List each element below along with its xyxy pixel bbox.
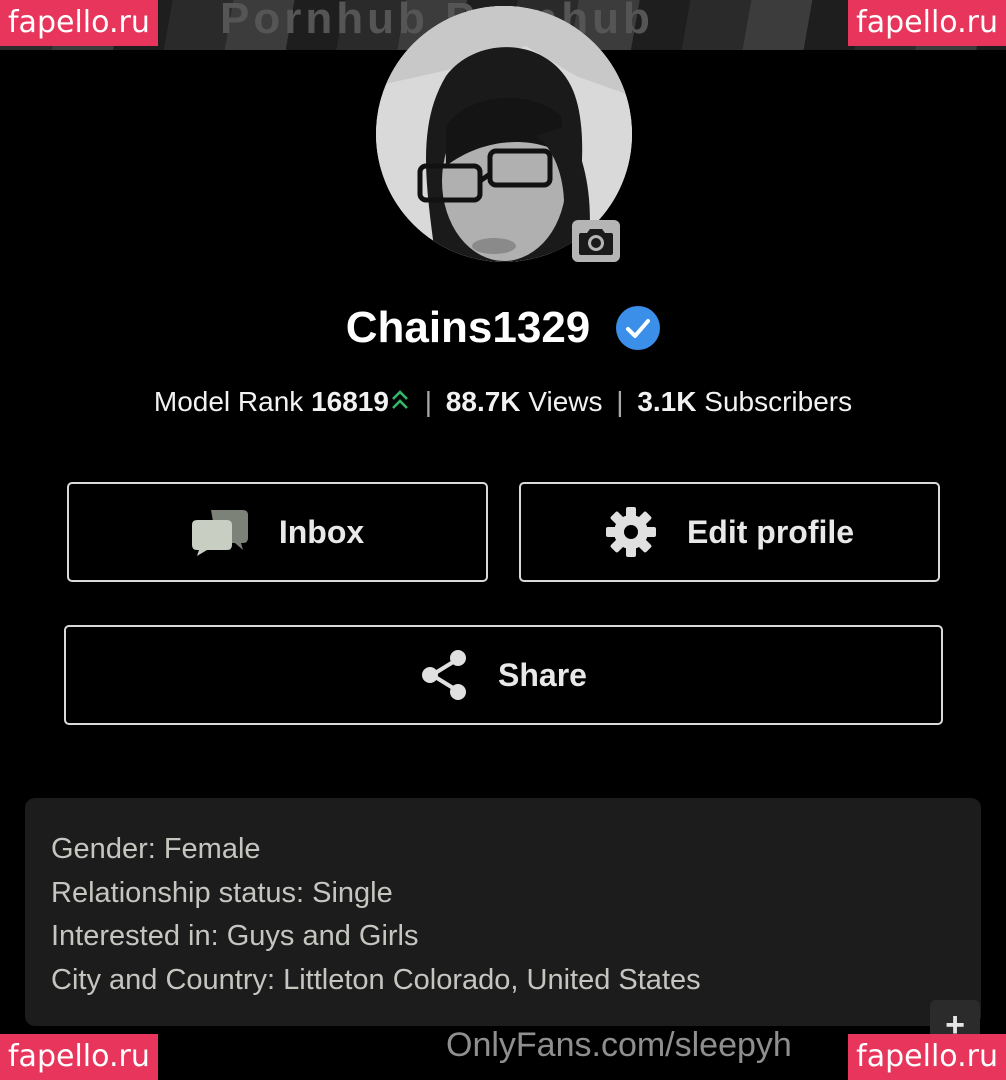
share-icon	[422, 650, 467, 700]
views-value: 88.7K	[445, 386, 521, 417]
username: Chains1329	[345, 303, 591, 352]
interested-in-info: Interested in: Guys and Girls	[51, 920, 419, 952]
inbox-label: Inbox	[278, 513, 365, 550]
subscribers-label: Subscribers	[704, 386, 853, 417]
edit-profile-button[interactable]: Edit profile	[519, 482, 940, 582]
change-avatar-camera-icon[interactable]	[572, 220, 620, 262]
subscribers-value: 3.1K	[637, 386, 697, 417]
watermark-top-right: fapello.ru	[848, 0, 1006, 46]
relationship-status-info: Relationship status: Single	[51, 876, 393, 909]
stats-separator: |	[424, 386, 433, 417]
inbox-button[interactable]: Inbox	[67, 482, 488, 582]
watermark-bottom-right: fapello.ru	[848, 1034, 1006, 1080]
watermark-top-left: fapello.ru	[0, 0, 158, 46]
onlyfans-watermark: OnlyFans.com/sleepyh	[446, 1026, 792, 1064]
about-panel: Gender: Female Relationship status: Sing…	[25, 798, 981, 1026]
double-chevron-up-icon	[391, 386, 409, 417]
views-label: Views	[528, 386, 603, 417]
gear-icon	[605, 507, 656, 557]
profile-stats: Model Rank 16819 | 88.7K Views | 3.1K Su…	[0, 386, 1006, 426]
watermark-bottom-left: fapello.ru	[0, 1034, 158, 1080]
location-info: City and Country: Littleton Colorado, Un…	[51, 963, 701, 996]
share-button[interactable]: Share	[64, 625, 943, 725]
chat-bubbles-icon	[191, 510, 248, 556]
stats-separator: |	[616, 386, 624, 417]
gender-info: Gender: Female	[51, 833, 261, 865]
verified-badge-icon	[616, 306, 661, 350]
model-rank-value: 16819	[311, 386, 389, 417]
username-row: Chains1329	[0, 298, 1006, 358]
share-label: Share	[498, 656, 587, 693]
model-rank-label: Model Rank	[153, 386, 304, 417]
edit-profile-label: Edit profile	[686, 513, 855, 550]
